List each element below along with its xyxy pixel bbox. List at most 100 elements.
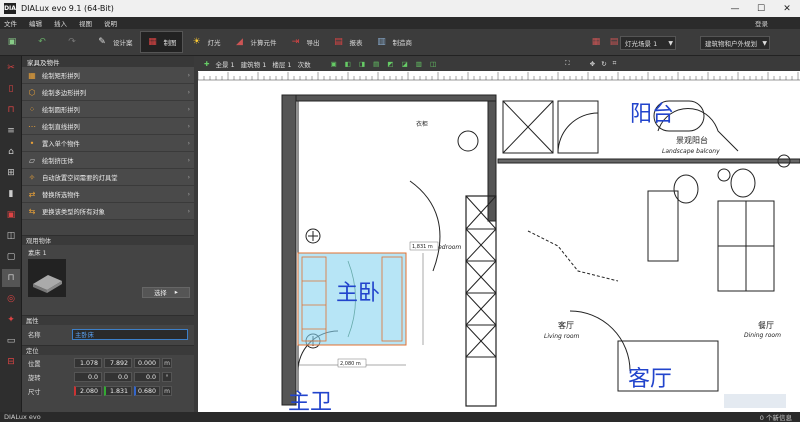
polygon-array-icon: ⬡: [28, 87, 36, 97]
tab-drawing[interactable]: ▦ 制图: [139, 31, 183, 53]
properties-section: 属性: [22, 315, 194, 325]
room-icon[interactable]: ▣: [2, 206, 20, 224]
chevron-right-icon: ›: [187, 207, 190, 215]
plan-label-landscape-balcony-en: Landscape balcony: [662, 148, 720, 155]
rotation-unit: °: [162, 372, 172, 382]
maximize-icon[interactable]: ☐: [748, 0, 774, 17]
chevron-right-icon: ›: [187, 88, 190, 96]
cube-icon[interactable]: ▢: [2, 248, 20, 266]
menu-view[interactable]: 视图: [79, 18, 92, 28]
canvas-floor[interactable]: 楼层 1: [272, 59, 291, 69]
menu-help[interactable]: 说明: [104, 18, 117, 28]
drawing-canvas[interactable]: ✚ 全景 1 建筑物 1 楼层 1 次数 ▣ ◧ ◨ ▤ ◩ ◪ ▥ ◫ ⛶ ✥…: [198, 56, 800, 412]
rotation-y[interactable]: 0.0: [104, 372, 132, 382]
position-z[interactable]: 0.000: [134, 358, 160, 368]
wall-icon[interactable]: ▯: [2, 80, 20, 98]
roof-icon[interactable]: ⌂: [2, 143, 20, 161]
canvas-building[interactable]: 建筑物 1: [241, 59, 267, 69]
position-y[interactable]: 7.892: [104, 358, 132, 368]
view-mode-select[interactable]: 建筑物和户外规划 ▼: [700, 36, 770, 50]
redo-icon: ↷: [68, 37, 76, 47]
rotate-icon[interactable]: ↻: [601, 60, 606, 68]
positioning-section: 定位: [22, 345, 194, 355]
draw-rect-array[interactable]: ▦ 绘制矩形拼列 ›: [22, 67, 194, 84]
place-single-object[interactable]: • 置入单个物件 ›: [22, 135, 194, 152]
menu-file[interactable]: 文件: [4, 18, 17, 28]
extrusion-icon: ▱: [28, 155, 36, 165]
zoom-fit-icon[interactable]: ⛶: [565, 59, 570, 68]
tab-report[interactable]: ▤ 报表: [327, 31, 368, 53]
minimize-icon[interactable]: —: [722, 0, 748, 17]
replace-all-type[interactable]: ⇆ 更换该类型的所有对象 ›: [22, 203, 194, 220]
manufacturer-icon: ▥: [377, 37, 386, 47]
plan-label-dining-room-en: Dining room: [744, 332, 781, 339]
save-button[interactable]: ▣: [0, 31, 28, 53]
name-field[interactable]: 主卧床: [72, 329, 188, 340]
login-button[interactable]: 登录: [755, 18, 768, 28]
draw-polygon-array[interactable]: ⬡ 绘制多边形拼列 ›: [22, 84, 194, 101]
snap-icon[interactable]: ⌗: [613, 59, 617, 68]
positioning-area: 位置 1.078 7.892 0.000 m 旋转 0.0 0.0 0.0 ° …: [22, 355, 194, 405]
menu-edit[interactable]: 编辑: [29, 18, 42, 28]
chevron-down-icon: ▼: [668, 39, 673, 47]
menu-insert[interactable]: 插入: [54, 18, 67, 28]
select-button[interactable]: 选择 ▸: [142, 287, 190, 298]
view-cube-icons[interactable]: ▣ ◧ ◨ ▤ ◩ ◪ ▥ ◫: [331, 60, 440, 68]
door-icon[interactable]: ⊓: [2, 101, 20, 119]
export-icon: ⇥: [291, 37, 300, 47]
canvas-toolbar: ✚ 全景 1 建筑物 1 楼层 1 次数 ▣ ◧ ◨ ▤ ◩ ◪ ▥ ◫ ⛶ ✥…: [198, 56, 800, 71]
chevron-right-icon: ›: [187, 190, 190, 198]
measure-icon[interactable]: ⊟: [2, 353, 20, 371]
light-icon: ☀: [192, 37, 201, 47]
paint-icon[interactable]: ✦: [2, 311, 20, 329]
grid-icon: ▦: [591, 37, 601, 47]
bed-thumbnail[interactable]: [28, 259, 66, 297]
auto-place-lights[interactable]: ✧ 自动放置空间需要的灯具堂 ›: [22, 169, 194, 186]
undo-icon: ↶: [38, 37, 46, 47]
tab-design[interactable]: ✎ 设计案: [90, 31, 138, 53]
properties-area: 名称 主卧床: [22, 325, 194, 345]
texture-icon[interactable]: ◎: [2, 290, 20, 308]
title-bar: DIA DIALux evo 9.1 (64-Bit) — ☐ ✕: [0, 0, 800, 17]
draw-extrusion[interactable]: ▱ 绘制挤压体 ›: [22, 152, 194, 169]
column-icon[interactable]: ▮: [2, 185, 20, 203]
main-toolbar: ▣ ↶ ↷ ✎ 设计案 ▦ 制图 ☀ 灯光 ◢ 计算元件 ⇥ 导出 ▤ 报表 ▥ 制造商 ▦ ▤…: [0, 29, 800, 56]
used-objects-area: 素床 1 选择 ▸: [22, 245, 194, 315]
rotation-z[interactable]: 0.0: [134, 372, 160, 382]
size-z[interactable]: 0.680: [134, 386, 160, 396]
status-bar: DIALux evo 0 个新信息: [0, 412, 800, 422]
light-scene-select[interactable]: 灯光场景 1 ▼: [620, 36, 676, 50]
size-unit: m: [162, 386, 172, 396]
tool-icon-strip: ✂ ▯ ⊓ ≡ ⌂ ⊞ ▮ ▣ ◫ ▢ ⊓ ◎ ✦ ▭ ⊟: [0, 56, 22, 412]
tab-manufacturer[interactable]: ▥ 制造商: [370, 31, 418, 53]
position-x[interactable]: 1.078: [74, 358, 102, 368]
close-icon[interactable]: ✕: [774, 0, 800, 17]
size-y[interactable]: 1.831: [104, 386, 132, 396]
canvas-add-icon[interactable]: ✚: [204, 60, 209, 68]
object-icon[interactable]: ◫: [2, 227, 20, 245]
replace-icon: ⇄: [28, 189, 36, 199]
tab-light[interactable]: ☀ 灯光: [185, 31, 226, 53]
select-frame-icon[interactable]: ▭: [2, 332, 20, 350]
rotation-label: 旋转: [28, 375, 41, 382]
tab-calc[interactable]: ◢ 计算元件: [228, 31, 282, 53]
undo-button[interactable]: ↶: [30, 31, 58, 53]
size-x[interactable]: 2.080: [74, 386, 102, 396]
rotation-x[interactable]: 0.0: [74, 372, 102, 382]
cut-icon[interactable]: ✂: [2, 59, 20, 77]
draw-line-array[interactable]: ⋯ 绘制直线拼列 ›: [22, 118, 194, 135]
draw-circle-array[interactable]: ⁘ 绘制圆形拼列 ›: [22, 101, 194, 118]
tab-export[interactable]: ⇥ 导出: [284, 31, 325, 53]
canvas-all-view[interactable]: 全景 1: [215, 59, 234, 69]
status-info[interactable]: 0 个新信息: [760, 412, 792, 422]
position-unit: m: [162, 358, 172, 368]
canvas-level[interactable]: 次数: [298, 59, 311, 69]
pan-icon[interactable]: ✥: [590, 60, 595, 68]
window-icon[interactable]: ⊞: [2, 164, 20, 182]
replace-selected[interactable]: ⇄ 替换所选物件 ›: [22, 186, 194, 203]
plan-label-balcony: 阳台: [630, 102, 674, 127]
redo-button[interactable]: ↷: [60, 31, 88, 53]
furniture-icon[interactable]: ⊓: [2, 269, 20, 287]
chevron-right-icon: ▸: [174, 289, 178, 296]
stair-icon[interactable]: ≡: [2, 122, 20, 140]
